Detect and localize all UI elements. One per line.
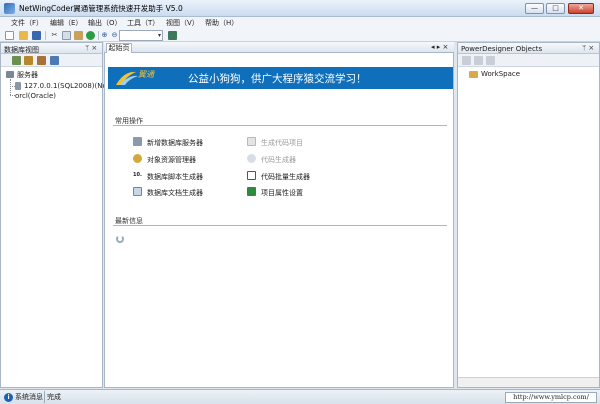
batch-generator-icon — [247, 171, 256, 180]
minimize-button[interactable]: — — [525, 3, 544, 14]
menu-view[interactable]: 视图（V） — [166, 18, 199, 28]
new-file-icon[interactable] — [5, 31, 14, 40]
powerdesigner-header: PowerDesigner Objects ᛘ × — [458, 43, 599, 54]
zoom-in-icon[interactable]: ⊕ — [100, 31, 109, 40]
status-text: 完成 — [47, 393, 61, 401]
app-icon — [4, 3, 15, 14]
tree-item-sql2008[interactable]: 127.0.0.1(SQL2008)(No1) — [24, 82, 114, 90]
tree-line — [10, 79, 11, 95]
pd-close-icon[interactable] — [486, 56, 495, 65]
section-divider — [113, 125, 447, 126]
powerdesigner-panel: PowerDesigner Objects ᛘ × WorkSpace — [457, 42, 600, 388]
zoom-out-icon[interactable]: ⊖ — [110, 31, 119, 40]
horizontal-scrollbar[interactable] — [458, 377, 599, 387]
welcome-banner: 翼通 公益小狗狗，供广大程序猿交流学习！ — [108, 67, 453, 89]
copy-icon[interactable] — [62, 31, 71, 40]
workspace-icon — [469, 71, 478, 78]
toolbar-separator — [98, 31, 99, 40]
info-icon: i — [4, 393, 13, 402]
op-db-doc-generator[interactable]: 数据库文档生成器 — [147, 188, 203, 198]
start-page: 翼通 公益小狗狗，供广大程序猿交流学习！ 常用操作 新增数据库服务器 对象资源管… — [104, 53, 454, 388]
refresh-icon[interactable] — [50, 56, 59, 65]
doc-generator-icon — [133, 187, 142, 196]
status-system-messages[interactable]: 系统消息 — [15, 392, 43, 402]
section-divider — [113, 225, 447, 226]
op-generate-code-project[interactable]: 生成代码项目 — [261, 138, 303, 148]
powerdesigner-toolbar — [458, 54, 599, 67]
add-server-icon[interactable] — [12, 56, 21, 65]
paste-icon[interactable] — [74, 31, 83, 40]
menu-file[interactable]: 文件（F） — [11, 18, 43, 28]
pd-refresh-icon[interactable] — [474, 56, 483, 65]
open-folder-icon[interactable] — [19, 31, 28, 40]
run-icon[interactable] — [86, 31, 95, 40]
tree-item-oracle[interactable]: orcl(Oracle) — [15, 92, 56, 100]
object-explorer-icon — [133, 154, 142, 163]
toolbar-separator — [45, 31, 46, 40]
database-server-icon — [15, 82, 21, 90]
script-icon: 10. — [133, 172, 142, 178]
server-group-icon — [6, 71, 14, 78]
op-code-generator[interactable]: 代码生成器 — [261, 155, 296, 165]
menu-edit[interactable]: 编辑（E） — [50, 18, 82, 28]
panel-pin-close[interactable]: ᛘ × — [582, 44, 594, 52]
window-title: NetWingCoder翼通管理系统快速开发助手 V5.0 — [19, 4, 183, 13]
generate-project-icon — [247, 137, 256, 146]
database-view-toolbar — [1, 54, 102, 67]
banner-logo-text: 翼通 — [138, 70, 154, 79]
status-bar: i 系统消息 完成 http://www.ymlcp.com/ — [0, 389, 600, 404]
menu-tools[interactable]: 工具（T） — [127, 18, 159, 28]
pd-open-icon[interactable] — [462, 56, 471, 65]
status-separator — [44, 391, 45, 403]
op-project-settings[interactable]: 项目属性设置 — [261, 188, 303, 198]
op-batch-code-generator[interactable]: 代码批量生成器 — [261, 172, 310, 182]
tree-item-workspace[interactable]: WorkSpace — [481, 70, 520, 78]
status-url-link[interactable]: http://www.ymlcp.com/ — [505, 392, 597, 403]
save-icon[interactable] — [32, 31, 41, 40]
connect-icon[interactable] — [24, 56, 33, 65]
close-button[interactable]: ✕ — [568, 3, 594, 14]
tab-nav-controls[interactable]: ◂ ▸ × — [431, 43, 448, 51]
database-view-panel: 数据库视图 ᛘ × 服务器 127.0.0.1(SQL2008)(No1) or… — [0, 42, 114, 388]
menu-help[interactable]: 帮助（H） — [205, 18, 238, 28]
chevron-down-icon: ▾ — [157, 32, 161, 39]
panel-pin-close[interactable]: ᛘ × — [85, 44, 97, 52]
banner-slogan: 公益小狗狗，供广大程序猿交流学习！ — [188, 73, 367, 85]
database-view-header: 数据库视图 ᛘ × — [1, 43, 102, 54]
disconnect-icon[interactable] — [37, 56, 46, 65]
panel-title: PowerDesigner Objects — [461, 45, 543, 53]
menu-output[interactable]: 输出（O） — [88, 18, 122, 28]
title-bar: NetWingCoder翼通管理系统快速开发助手 V5.0 — □ ✕ — [0, 0, 600, 17]
maximize-button[interactable]: □ — [546, 3, 565, 14]
toolbar-dropdown[interactable]: ▾ — [119, 30, 163, 41]
cut-icon[interactable]: ✂ — [50, 31, 59, 40]
op-db-script-generator[interactable]: 数据库脚本生成器 — [147, 172, 203, 182]
toolbar: ✂ ⊕ ⊖ ▾ — [0, 29, 600, 42]
op-add-db-server[interactable]: 新增数据库服务器 — [147, 138, 203, 148]
menu-bar: 文件（F） 编辑（E） 输出（O） 工具（T） 视图（V） 帮助（H） — [0, 17, 600, 29]
op-object-explorer[interactable]: 对象资源管理器 — [147, 155, 196, 165]
tree-root-servers[interactable]: 服务器 — [17, 70, 38, 80]
project-settings-icon — [247, 187, 256, 196]
export-icon[interactable] — [168, 31, 177, 40]
db-server-icon — [133, 137, 142, 146]
document-tabstrip: 起始页 ◂ ▸ × — [104, 42, 454, 54]
loading-spinner-icon — [116, 235, 124, 243]
code-generator-icon — [247, 154, 256, 163]
